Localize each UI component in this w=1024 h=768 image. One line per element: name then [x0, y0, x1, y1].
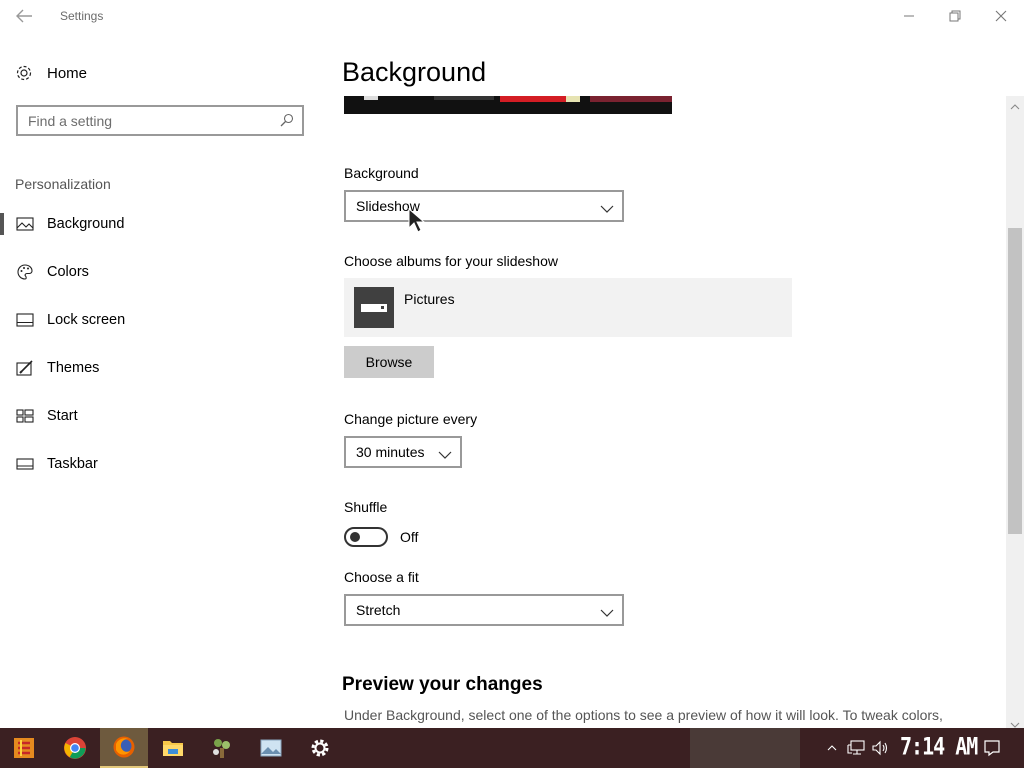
shuffle-state: Off — [400, 529, 419, 545]
sidebar: Home Personalization Background Colors L… — [0, 32, 320, 728]
wallpaper-peek — [690, 728, 800, 768]
window-title: Settings — [60, 9, 104, 23]
mouse-cursor-icon — [408, 207, 428, 234]
chevron-down-icon — [600, 201, 614, 213]
interval-dropdown[interactable]: 30 minutes — [344, 436, 462, 468]
start-icon — [14, 738, 34, 758]
sidebar-item-label: Start — [47, 408, 78, 424]
themes-icon — [16, 359, 34, 377]
fit-dropdown-value: Stretch — [356, 602, 401, 618]
scrollbar[interactable] — [1006, 96, 1024, 728]
network-button[interactable] — [844, 728, 868, 768]
clock[interactable]: 7:14 AM — [900, 732, 978, 761]
chrome-button[interactable] — [51, 728, 99, 768]
game-button[interactable] — [198, 728, 246, 768]
action-center-button[interactable] — [978, 728, 1006, 768]
main-content: Background Background Slideshow Choose a… — [320, 32, 1024, 728]
background-dropdown[interactable]: Slideshow — [344, 190, 624, 222]
start-button[interactable] — [0, 728, 48, 768]
close-button[interactable] — [978, 0, 1024, 32]
home-link[interactable]: Home — [15, 62, 87, 84]
show-hidden-icons-button[interactable] — [823, 728, 841, 768]
chevron-down-icon — [600, 605, 614, 617]
fit-dropdown[interactable]: Stretch — [344, 594, 624, 626]
search-icon[interactable] — [280, 113, 294, 127]
sidebar-item-taskbar[interactable]: Taskbar — [0, 444, 320, 484]
section-label: Personalization — [15, 176, 111, 192]
minimize-button[interactable] — [886, 0, 932, 32]
background-label: Background — [344, 165, 419, 181]
sidebar-item-label: Themes — [47, 360, 100, 376]
restore-icon — [949, 10, 961, 22]
photos-icon — [260, 739, 282, 757]
close-icon — [995, 10, 1007, 22]
gear-icon — [15, 64, 33, 82]
page-title: Background — [342, 57, 487, 87]
sidebar-item-label: Colors — [47, 264, 89, 280]
volume-icon — [872, 740, 888, 756]
lock-screen-icon — [16, 311, 34, 329]
browse-button[interactable]: Browse — [344, 346, 434, 378]
sidebar-item-lock-screen[interactable]: Lock screen — [0, 300, 320, 340]
search-box[interactable] — [16, 105, 304, 136]
palette-icon — [16, 263, 34, 281]
scrollbar-thumb[interactable] — [1008, 228, 1022, 534]
firefox-button[interactable] — [100, 728, 148, 768]
taskbar: 7:14 AM — [0, 728, 1024, 768]
restore-button[interactable] — [932, 0, 978, 32]
chevron-down-icon — [438, 447, 452, 459]
start-icon — [16, 407, 34, 425]
photos-button[interactable] — [247, 728, 295, 768]
sidebar-item-label: Lock screen — [47, 312, 126, 328]
show-hidden-icons-icon — [827, 745, 837, 751]
background-preview-image — [344, 96, 672, 114]
back-arrow-icon[interactable] — [14, 7, 34, 25]
home-label: Home — [47, 64, 88, 82]
sidebar-item-background[interactable]: Background — [0, 204, 320, 244]
album-name: Pictures — [404, 291, 455, 307]
interval-dropdown-value: 30 minutes — [356, 444, 425, 460]
firefox-icon — [113, 736, 135, 758]
sidebar-item-label: Taskbar — [47, 456, 98, 472]
preview-description: Under Background, select one of the opti… — [344, 707, 943, 723]
network-icon — [847, 740, 865, 755]
toggle-knob — [350, 532, 360, 542]
chrome-icon — [64, 737, 86, 759]
albums-label: Choose albums for your slideshow — [344, 253, 558, 269]
settings-icon — [311, 739, 329, 757]
sidebar-item-colors[interactable]: Colors — [0, 252, 320, 292]
scroll-down-icon[interactable] — [1010, 716, 1020, 728]
preview-heading: Preview your changes — [342, 674, 543, 695]
scroll-up-icon[interactable] — [1010, 98, 1020, 110]
sidebar-item-start[interactable]: Start — [0, 396, 320, 436]
sidebar-item-label: Background — [47, 216, 125, 232]
volume-button[interactable] — [869, 728, 891, 768]
taskbar-icon — [16, 455, 34, 473]
folder-icon — [354, 287, 394, 328]
settings-button[interactable] — [296, 728, 344, 768]
title-bar: Settings — [0, 0, 1024, 32]
fit-label: Choose a fit — [344, 569, 419, 585]
file-explorer-icon — [163, 741, 183, 756]
sidebar-item-themes[interactable]: Themes — [0, 348, 320, 388]
shuffle-toggle[interactable] — [344, 527, 388, 547]
search-input[interactable] — [18, 107, 274, 134]
file-explorer-button[interactable] — [149, 728, 197, 768]
game-icon — [213, 739, 230, 758]
minimize-icon — [904, 15, 914, 17]
interval-label: Change picture every — [344, 411, 478, 427]
album-item[interactable]: Pictures — [344, 278, 792, 337]
action-center-icon — [984, 740, 1000, 757]
picture-icon — [16, 215, 34, 233]
shuffle-label: Shuffle — [344, 499, 388, 515]
